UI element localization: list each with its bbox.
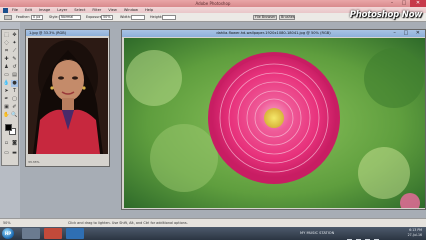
close-icon[interactable]: ✕ bbox=[410, 0, 426, 7]
taskbar-media-button[interactable] bbox=[44, 228, 62, 239]
document-title: 1.jpg @ 33.3% (RGB) bbox=[26, 30, 109, 36]
pen-tool-icon[interactable]: ✒ bbox=[3, 96, 10, 103]
toolbox: ⬚ ✥ ◌ ✦ ⌗ ⟋ ✚ ✎ ♟ ↺ ▭ ▤ 💧 ● ➤ T ✒ ▢ ▣ ✐ … bbox=[1, 29, 19, 166]
taskbar-photoshop-button[interactable] bbox=[66, 228, 84, 239]
window-controls: – □ ✕ bbox=[386, 0, 426, 7]
feather-label: Feather: bbox=[16, 15, 30, 19]
style-label: Style: bbox=[49, 15, 59, 19]
slice-tool-icon[interactable]: ⟋ bbox=[11, 48, 18, 55]
start-button[interactable]: HP bbox=[2, 228, 14, 239]
zoom-level[interactable]: 50% bbox=[3, 220, 11, 226]
tool-hint: Click and drag to lighten. Use Shift, Al… bbox=[68, 221, 188, 225]
eraser-tool-icon[interactable]: ▭ bbox=[3, 72, 10, 79]
photoshop-screen: Adobe Photoshop – □ ✕ File Edit Image La… bbox=[0, 0, 426, 240]
brand-watermark: Photoshop Now bbox=[349, 10, 422, 20]
minimize-icon[interactable]: – bbox=[386, 0, 398, 7]
shape-tool-icon[interactable]: ▢ bbox=[11, 96, 18, 103]
crop-tool-icon[interactable]: ⌗ bbox=[3, 48, 10, 55]
flower-canvas[interactable] bbox=[124, 38, 425, 208]
document-title: dahlia-flower-hd-wallpaper-1920x1080-180… bbox=[122, 30, 425, 37]
width-field[interactable] bbox=[131, 15, 145, 20]
path-selection-tool-icon[interactable]: ➤ bbox=[3, 88, 10, 95]
app-logo-icon bbox=[3, 7, 8, 13]
document-window-controls[interactable]: – □ ✕ bbox=[393, 30, 423, 37]
foreground-color-swatch[interactable] bbox=[5, 124, 12, 131]
width-label: Width: bbox=[120, 15, 131, 19]
taskbar: HP MY MUSIC STATION 6:13 PM 27-Jul-16 bbox=[0, 227, 426, 240]
document-title-text: dahlia-flower-hd-wallpaper-1920x1080-180… bbox=[216, 31, 331, 35]
magic-wand-tool-icon[interactable]: ✦ bbox=[11, 40, 18, 47]
feather-field[interactable]: 0 px bbox=[31, 15, 43, 20]
history-brush-tool-icon[interactable]: ↺ bbox=[11, 64, 18, 71]
clone-stamp-tool-icon[interactable]: ♟ bbox=[3, 64, 10, 71]
lasso-tool-icon[interactable]: ◌ bbox=[3, 40, 10, 47]
gradient-tool-icon[interactable]: ▤ bbox=[11, 72, 18, 79]
document-window-portrait[interactable]: 1.jpg @ 33.3% (RGB) 33.33% bbox=[25, 29, 110, 167]
music-station-label: MY MUSIC STATION bbox=[300, 231, 335, 235]
maximize-icon[interactable]: □ bbox=[398, 0, 410, 7]
brushes-tab[interactable]: Brushes bbox=[279, 15, 295, 20]
move-tool-icon[interactable]: ✥ bbox=[11, 32, 18, 39]
clock-date: 27-Jul-16 bbox=[407, 233, 422, 237]
clock[interactable]: 6:13 PM 27-Jul-16 bbox=[408, 228, 422, 238]
standard-mode-icon[interactable]: ▫ bbox=[3, 140, 10, 147]
screen-mode-icon[interactable]: ▭ bbox=[3, 150, 10, 157]
tool-preset-icon[interactable] bbox=[4, 15, 12, 20]
blur-tool-icon[interactable]: 💧 bbox=[3, 80, 10, 87]
system-tray bbox=[345, 230, 395, 240]
title-bar: Adobe Photoshop – □ ✕ bbox=[0, 0, 426, 7]
height-field[interactable] bbox=[162, 15, 176, 20]
app-title: Adobe Photoshop bbox=[195, 1, 231, 6]
notes-tool-icon[interactable]: ▣ bbox=[3, 104, 10, 111]
healing-brush-tool-icon[interactable]: ✚ bbox=[3, 56, 10, 63]
document-window-flower[interactable]: dahlia-flower-hd-wallpaper-1920x1080-180… bbox=[121, 29, 426, 210]
taskbar-explorer-button[interactable] bbox=[22, 228, 40, 239]
document-zoom: 33.33% bbox=[28, 160, 40, 164]
hand-tool-icon[interactable]: ✋ bbox=[3, 112, 10, 119]
portrait-photo bbox=[28, 38, 108, 154]
type-tool-icon[interactable]: T bbox=[11, 88, 18, 95]
style-select[interactable]: Normal bbox=[59, 15, 81, 20]
height-label: Height: bbox=[150, 15, 163, 19]
zoom-tool-icon[interactable]: 🔍 bbox=[11, 112, 18, 119]
dodge-tool-icon[interactable]: ● bbox=[11, 80, 18, 87]
quick-mask-icon[interactable]: ◙ bbox=[11, 140, 18, 147]
marquee-tool-icon[interactable]: ⬚ bbox=[3, 32, 10, 39]
file-browser-tab[interactable]: File Browser bbox=[253, 15, 277, 20]
exposure-field[interactable]: 50% bbox=[101, 15, 113, 20]
eyedropper-tool-icon[interactable]: ✐ bbox=[11, 104, 18, 111]
status-bar: 50% Click and drag to lighten. Use Shift… bbox=[0, 218, 426, 227]
brush-tool-icon[interactable]: ✎ bbox=[11, 56, 18, 63]
full-screen-icon[interactable]: ▬ bbox=[11, 150, 18, 157]
